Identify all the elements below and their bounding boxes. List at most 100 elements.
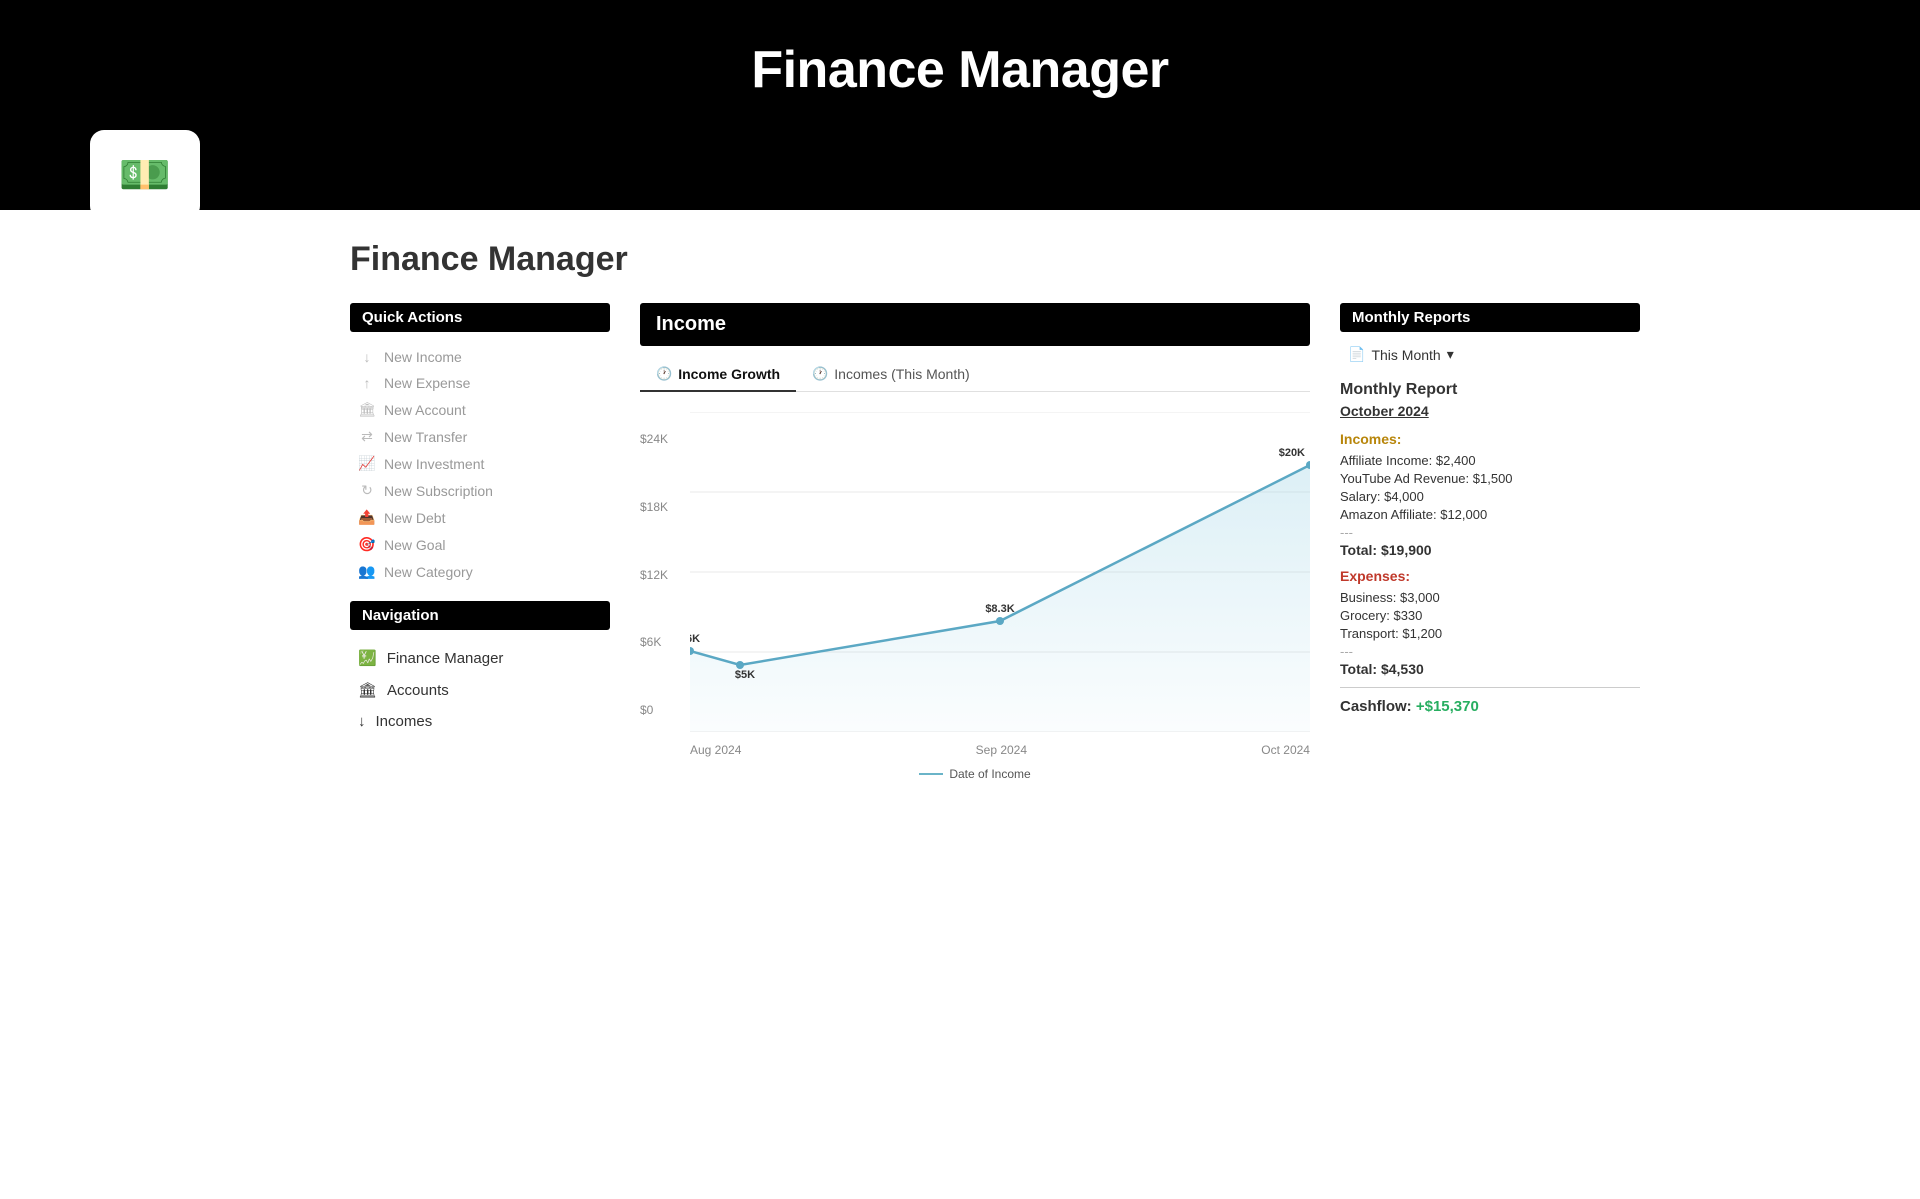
header-title: Finance Manager xyxy=(751,40,1168,130)
expense-business: Business: $3,000 xyxy=(1340,590,1640,605)
this-month-label: This Month xyxy=(1371,347,1440,363)
monthly-reports-header: Monthly Reports xyxy=(1340,303,1640,332)
left-column: Quick Actions ↓ New Income ↑ New Expense… xyxy=(350,303,610,741)
nav-incomes-icon: ↓ xyxy=(358,713,366,730)
qa-new-debt[interactable]: 📤 New Debt xyxy=(350,504,610,531)
chart-legend: Date of Income xyxy=(640,767,1310,781)
qa-new-account-label: New Account xyxy=(384,402,466,418)
income-youtube-name: YouTube Ad Revenue xyxy=(1340,471,1466,486)
income-youtube: YouTube Ad Revenue: $1,500 xyxy=(1340,471,1640,486)
debt-icon: 📤 xyxy=(358,509,376,526)
income-chart-area: $24K $18K $12K $6K $0 xyxy=(640,392,1310,791)
this-month-selector[interactable]: 📄 This Month ▾ xyxy=(1340,342,1640,367)
middle-column: Income 🕐 Income Growth 🕐 Incomes (This M… xyxy=(640,303,1310,791)
income-affiliate-name: Affiliate Income xyxy=(1340,453,1429,468)
qa-new-account[interactable]: 🏛 New Account xyxy=(350,396,610,423)
tab-incomes-this-month[interactable]: 🕐 Incomes (This Month) xyxy=(796,358,986,392)
qa-new-expense-label: New Expense xyxy=(384,375,470,391)
subscription-icon: ↻ xyxy=(358,482,376,499)
qa-new-goal-label: New Goal xyxy=(384,537,445,553)
x-label-aug: Aug 2024 xyxy=(690,743,741,757)
income-youtube-value: $1,500 xyxy=(1473,471,1513,486)
qa-new-category[interactable]: 👥 New Category xyxy=(350,558,610,585)
nav-finance-manager[interactable]: 💹 Finance Manager xyxy=(350,642,610,674)
cashflow-label: Cashflow: xyxy=(1340,698,1412,715)
x-label-sep: Sep 2024 xyxy=(976,743,1027,757)
navigation-header: Navigation xyxy=(350,601,610,630)
data-label-aug-1: $6K xyxy=(690,633,700,645)
nav-accounts[interactable]: 🏛 Accounts xyxy=(350,674,610,706)
income-salary-value: $4,000 xyxy=(1384,489,1424,504)
incomes-section-label: Incomes: xyxy=(1340,431,1640,447)
quick-actions-list: ↓ New Income ↑ New Expense 🏛 New Account… xyxy=(350,340,610,601)
y-label-18k: $18K xyxy=(640,500,668,514)
nav-finance-icon: 💹 xyxy=(358,649,377,667)
income-amazon: Amazon Affiliate: $12,000 xyxy=(1340,507,1640,522)
qa-new-transfer-label: New Transfer xyxy=(384,429,467,445)
data-label-aug-2: $5K xyxy=(735,669,755,681)
income-total: Total: $19,900 xyxy=(1340,542,1640,558)
datapoint-2 xyxy=(736,661,744,669)
cashflow-divider xyxy=(1340,687,1640,688)
report-file-icon: 📄 xyxy=(1348,346,1365,363)
nav-finance-manager-label: Finance Manager xyxy=(387,650,504,667)
qa-new-transfer[interactable]: ⇄ New Transfer xyxy=(350,423,610,450)
income-tabs: 🕐 Income Growth 🕐 Incomes (This Month) xyxy=(640,358,1310,392)
expense-grocery-value: $330 xyxy=(1393,608,1422,623)
chart-y-labels: $24K $18K $12K $6K $0 xyxy=(640,432,668,717)
header-banner: Finance Manager 💵 xyxy=(0,0,1920,210)
y-label-6k: $6K xyxy=(640,635,668,649)
qa-new-subscription[interactable]: ↻ New Subscription xyxy=(350,477,610,504)
report-month: October 2024 xyxy=(1340,403,1640,419)
income-salary: Salary: $4,000 xyxy=(1340,489,1640,504)
tab-income-growth[interactable]: 🕐 Income Growth xyxy=(640,358,796,392)
bank-icon: 🏛 xyxy=(358,401,376,418)
qa-new-income-label: New Income xyxy=(384,349,462,365)
expense-grocery-name: Grocery xyxy=(1340,608,1386,623)
chart-legend-label: Date of Income xyxy=(949,767,1030,781)
right-column: Monthly Reports 📄 This Month ▾ Monthly R… xyxy=(1340,303,1640,725)
clock-icon-1: 🕐 xyxy=(656,366,672,382)
qa-new-income[interactable]: ↓ New Income xyxy=(350,344,610,370)
tab-income-growth-label: Income Growth xyxy=(678,366,780,382)
y-label-12k: $12K xyxy=(640,568,668,582)
y-label-24k: $24K xyxy=(640,432,668,446)
expense-transport: Transport: $1,200 xyxy=(1340,626,1640,641)
qa-new-category-label: New Category xyxy=(384,564,473,580)
qa-new-investment-label: New Investment xyxy=(384,456,484,472)
report-title: Monthly Report xyxy=(1340,381,1640,399)
chart-x-labels: Aug 2024 Sep 2024 Oct 2024 xyxy=(690,743,1310,757)
expense-separator: --- xyxy=(1340,644,1640,659)
income-separator: --- xyxy=(1340,525,1640,540)
qa-new-goal[interactable]: 🎯 New Goal xyxy=(350,531,610,558)
expense-business-value: $3,000 xyxy=(1400,590,1440,605)
qa-new-expense[interactable]: ↑ New Expense xyxy=(350,370,610,396)
expense-grocery: Grocery: $330 xyxy=(1340,608,1640,623)
category-icon: 👥 xyxy=(358,563,376,580)
arrow-down-icon: ↓ xyxy=(358,349,376,365)
tab-incomes-this-month-label: Incomes (This Month) xyxy=(834,366,969,382)
report-block: Monthly Report October 2024 Incomes: Aff… xyxy=(1340,381,1640,715)
navigation-list: 💹 Finance Manager 🏛 Accounts ↓ Incomes xyxy=(350,638,610,741)
expenses-section-label: Expenses: xyxy=(1340,568,1640,584)
quick-actions-header: Quick Actions xyxy=(350,303,610,332)
x-label-oct: Oct 2024 xyxy=(1261,743,1310,757)
income-header: Income xyxy=(640,303,1310,346)
chart-svg-wrapper: $6K $5K $8.3K $20K xyxy=(690,412,1310,737)
nav-accounts-icon: 🏛 xyxy=(358,681,377,699)
expense-business-name: Business xyxy=(1340,590,1393,605)
qa-new-investment[interactable]: 📈 New Investment xyxy=(350,450,610,477)
qa-new-debt-label: New Debt xyxy=(384,510,445,526)
cashflow-value: +$15,370 xyxy=(1416,698,1479,715)
y-label-0: $0 xyxy=(640,703,668,717)
expense-total: Total: $4,530 xyxy=(1340,661,1640,677)
income-chart-svg: $6K $5K $8.3K $20K xyxy=(690,412,1310,732)
nav-incomes[interactable]: ↓ Incomes xyxy=(350,706,610,737)
goal-icon: 🎯 xyxy=(358,536,376,553)
data-label-oct: $20K xyxy=(1279,447,1305,459)
income-salary-name: Salary xyxy=(1340,489,1377,504)
data-label-sep: $8.3K xyxy=(985,603,1014,615)
nav-accounts-label: Accounts xyxy=(387,682,449,699)
income-amazon-value: $12,000 xyxy=(1440,507,1487,522)
money-icon: 💵 xyxy=(119,151,171,200)
